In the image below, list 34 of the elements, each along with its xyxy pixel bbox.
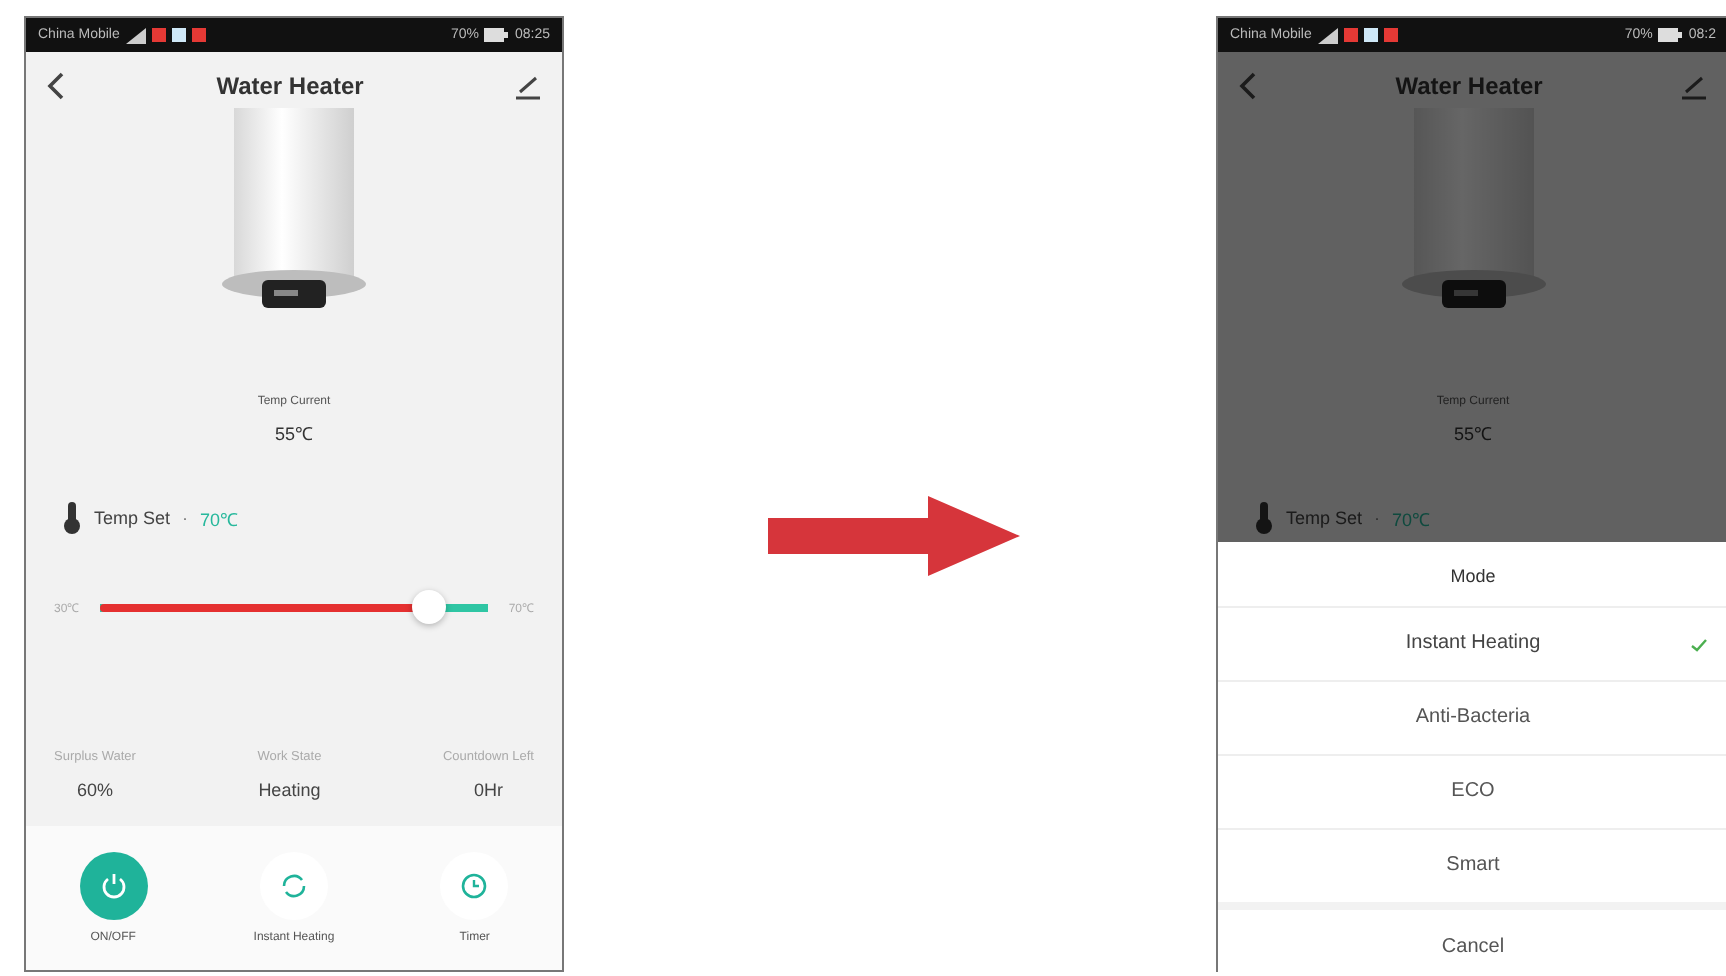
back-icon[interactable] <box>46 72 66 100</box>
check-icon <box>1690 638 1708 652</box>
temp-set-value: 70℃ <box>1392 507 1431 531</box>
mode-option[interactable]: Anti-Bacteria <box>1218 680 1726 754</box>
stat-value: 0Hr <box>473 780 503 800</box>
stat-value: Heating <box>258 780 321 800</box>
screen-title: Water Heater <box>1395 72 1543 100</box>
temp-current-value: 55℃ <box>1451 422 1494 446</box>
temp-set-label: Temp Set <box>1286 508 1363 528</box>
action-button[interactable] <box>440 852 509 920</box>
edit-icon[interactable] <box>514 72 542 100</box>
action-button[interactable] <box>259 852 328 920</box>
battery-icon <box>1658 28 1683 42</box>
cycle-icon <box>279 872 308 900</box>
temp-set-value: 70℃ <box>200 507 239 531</box>
temp-set-label: Temp Set <box>94 508 171 528</box>
right-arrow-icon <box>768 496 1020 576</box>
slider-thumb[interactable] <box>412 590 447 624</box>
battery-icon <box>484 28 509 42</box>
signal-icon <box>125 27 146 43</box>
separator-dot: · <box>1374 508 1381 528</box>
screen-title: Water Heater <box>216 72 364 100</box>
thermometer-icon <box>1254 502 1274 534</box>
signal-icon <box>1317 27 1338 43</box>
thermometer-icon <box>62 502 82 534</box>
separator-dot: · <box>182 508 189 528</box>
mode-option[interactable]: Instant Heating <box>1218 606 1726 680</box>
temp-current-value: 55℃ <box>272 422 315 446</box>
stat-value: 60% <box>76 780 113 800</box>
power-icon <box>99 872 128 900</box>
clock-icon <box>460 872 489 900</box>
action-button[interactable] <box>79 852 148 920</box>
sheet-title: Mode <box>1448 564 1498 590</box>
mode-option[interactable]: ECO <box>1218 754 1726 828</box>
